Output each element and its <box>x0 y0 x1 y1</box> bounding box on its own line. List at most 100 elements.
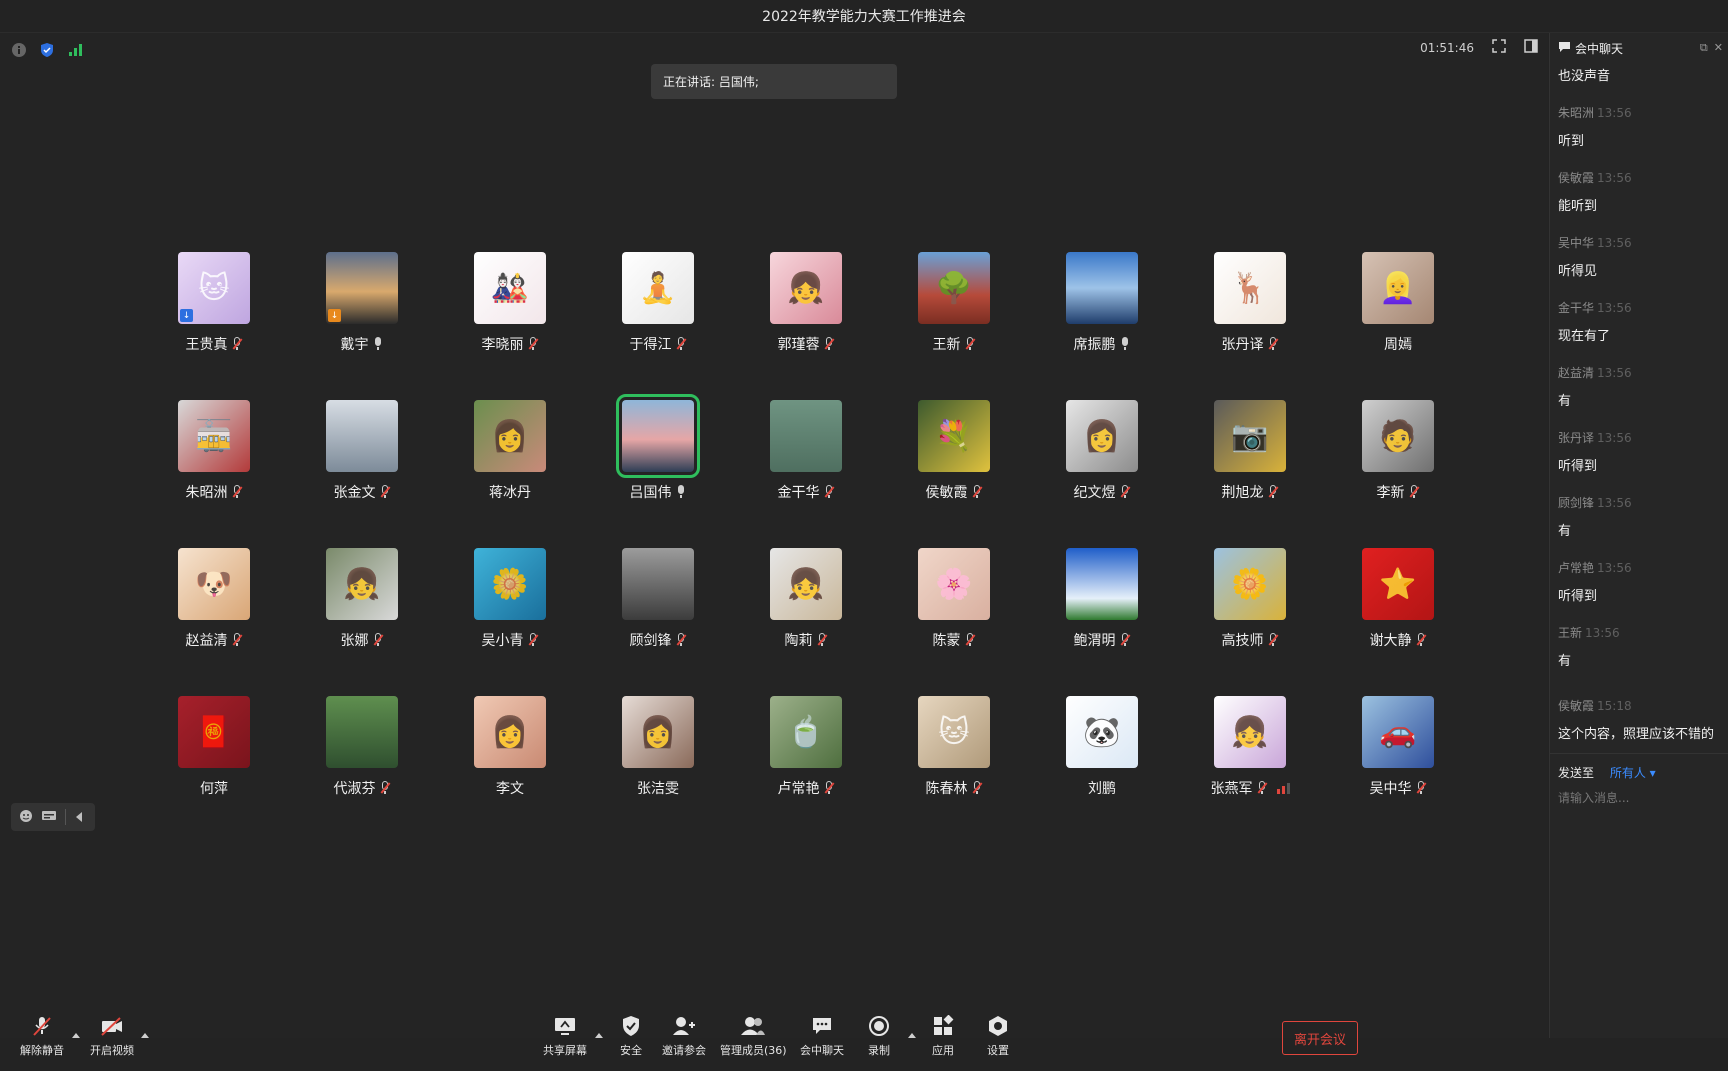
participant-name-row: 吴中华 <box>1370 778 1427 798</box>
participant-tile[interactable]: 🚗 吴中华 <box>1324 696 1472 844</box>
danmaku-icon[interactable] <box>41 808 57 827</box>
chat-message-text: 有 <box>1558 654 1572 669</box>
chat-time: 13:56 <box>1597 236 1632 250</box>
participant-name-row: 金干华 <box>778 482 835 502</box>
participant-tile[interactable]: 🌼 高技师 <box>1176 548 1324 696</box>
mic-muted-icon <box>823 337 835 351</box>
chat-message-text: 有 <box>1558 524 1572 539</box>
info-icon[interactable] <box>10 41 28 59</box>
popout-icon[interactable]: ⧉ <box>1700 41 1708 55</box>
participant-tile[interactable]: 👧 张燕军 <box>1176 696 1324 844</box>
audio-options-caret[interactable] <box>72 1033 80 1038</box>
chat-input[interactable]: 请输入消息... <box>1558 789 1721 806</box>
participant-tile[interactable]: 张金文 <box>288 400 436 548</box>
send-to-target-dropdown[interactable]: 所有人 ▾ <box>1610 766 1656 780</box>
participant-tile[interactable]: 👩 张洁雯 <box>584 696 732 844</box>
record-options-caret[interactable] <box>908 1033 916 1038</box>
participant-name: 陈春林 <box>925 781 968 797</box>
participant-tile[interactable]: 🌸 陈蒙 <box>880 548 1028 696</box>
participant-tile[interactable]: 👩 李文 <box>436 696 584 844</box>
participant-tile[interactable]: 🐱 ↓ 王贵真 <box>140 252 288 400</box>
participant-tile[interactable]: 👧 郭瑾蓉 <box>732 252 880 400</box>
apps-button[interactable]: 应用 <box>930 1013 956 1058</box>
participant-name-row: 鲍渭明 <box>1074 630 1131 650</box>
mic-muted-icon <box>1267 485 1279 499</box>
participant-tile[interactable]: 席振鹏 <box>1028 252 1176 400</box>
participant-tile[interactable]: 🦌 张丹译 <box>1176 252 1324 400</box>
collapse-left-icon[interactable] <box>74 808 84 827</box>
participant-tile[interactable]: 吕国伟 <box>584 394 732 548</box>
participant-tile[interactable]: 👧 陶莉 <box>732 548 880 696</box>
manage-members-button[interactable]: 管理成员(36) <box>720 1013 787 1058</box>
participant-tile[interactable]: 🐶 赵益清 <box>140 548 288 696</box>
participant-tile[interactable]: 👩 纪文煜 <box>1028 400 1176 548</box>
fullscreen-icon[interactable] <box>1492 39 1506 56</box>
participant-name: 陈蒙 <box>932 633 961 649</box>
participant-tile[interactable]: ⭐ 谢大静 <box>1324 548 1472 696</box>
participant-tile[interactable]: 🐱 陈春林 <box>880 696 1028 844</box>
unmute-button[interactable]: 解除静音 <box>20 1013 64 1058</box>
participant-avatar <box>326 400 398 472</box>
security-shield-icon <box>618 1013 644 1039</box>
mic-muted-icon <box>675 337 687 351</box>
window-title-bar: 2022年教学能力大赛工作推进会 <box>0 0 1728 33</box>
participant-tile[interactable]: 📷 荆旭龙 <box>1176 400 1324 548</box>
participant-tile[interactable]: 💐 侯敏霞 <box>880 400 1028 548</box>
mic-muted-icon <box>1415 633 1427 647</box>
signal-icon[interactable] <box>66 41 84 59</box>
participant-name-row: 郭瑾蓉 <box>778 334 835 354</box>
participant-tile[interactable]: 🐼 刘鹏 <box>1028 696 1176 844</box>
security-button[interactable]: 安全 <box>618 1013 644 1058</box>
participant-tile[interactable]: 👧 张娜 <box>288 548 436 696</box>
settings-button[interactable]: 设置 <box>985 1013 1011 1058</box>
participant-name-row: 张洁雯 <box>637 778 679 798</box>
participant-tile[interactable]: 🧧 何萍 <box>140 696 288 844</box>
chat-sender: 赵益清 <box>1558 366 1595 380</box>
chat-compose: 发送至 所有人 ▾ 请输入消息... <box>1550 753 1728 816</box>
participant-tile[interactable]: 鲍渭明 <box>1028 548 1176 696</box>
participant-tile[interactable]: 顾剑锋 <box>584 548 732 696</box>
chat-message-meta: 张丹译 13:56 <box>1558 429 1721 446</box>
participant-avatar <box>622 548 694 620</box>
participant-tile[interactable]: 🎎 李晓丽 <box>436 252 584 400</box>
close-icon[interactable]: ✕ <box>1714 41 1723 55</box>
participant-tile[interactable]: 🚋 朱昭洲 <box>140 400 288 548</box>
mic-muted-icon <box>1415 781 1427 795</box>
participant-tile[interactable]: 👱‍♀️ 周嫣 <box>1324 252 1472 400</box>
participant-tile[interactable]: ↓ 戴宇 <box>288 252 436 400</box>
participant-name-row: 刘鹏 <box>1088 778 1116 798</box>
record-button[interactable]: 录制 <box>866 1013 892 1058</box>
chat-time: 13:56 <box>1597 561 1632 575</box>
share-screen-button[interactable]: 共享屏幕 <box>543 1013 587 1058</box>
leave-meeting-button[interactable]: 离开会议 <box>1282 1021 1358 1055</box>
invite-button[interactable]: 邀请参会 <box>662 1013 706 1058</box>
participant-tile[interactable]: 🍵 卢常艳 <box>732 696 880 844</box>
participant-avatar: 👧 <box>326 548 398 620</box>
chat-message-meta: 赵益清 13:56 <box>1558 364 1721 381</box>
participant-name: 郭瑾蓉 <box>777 337 820 353</box>
participant-tile[interactable]: 🧘 于得江 <box>584 252 732 400</box>
participant-tile[interactable]: 金干华 <box>732 400 880 548</box>
participant-tile[interactable]: 👩 蒋冰丹 <box>436 400 584 548</box>
participant-tile[interactable]: 代淑芬 <box>288 696 436 844</box>
participant-tile[interactable]: 🌳 王新 <box>880 252 1028 400</box>
participant-tile[interactable]: 🧑 李新 <box>1324 400 1472 548</box>
mic-muted-icon <box>823 485 835 499</box>
top-right-controls: 01:51:46 <box>1420 39 1538 56</box>
emoji-icon[interactable] <box>19 808 33 827</box>
participant-tile[interactable]: 🌼 吴小青 <box>436 548 584 696</box>
start-video-button[interactable]: 开启视频 <box>90 1013 134 1058</box>
participant-name: 何萍 <box>200 781 228 797</box>
layout-icon[interactable] <box>1524 39 1538 56</box>
participant-avatar: 🐱 ↓ <box>178 252 250 324</box>
chat-button[interactable]: 会中聊天 <box>800 1013 844 1058</box>
participant-name-row: 王贵真 <box>186 334 243 354</box>
participant-name-row: 席振鹏 <box>1074 334 1131 354</box>
participant-avatar: 🍵 <box>770 696 842 768</box>
share-options-caret[interactable] <box>595 1033 603 1038</box>
participant-name: 于得江 <box>629 337 672 353</box>
participant-name: 鲍渭明 <box>1073 633 1116 649</box>
shield-icon[interactable] <box>38 41 56 59</box>
chat-message-meta: 侯敏霞 13:56 <box>1558 169 1721 186</box>
video-options-caret[interactable] <box>141 1033 149 1038</box>
